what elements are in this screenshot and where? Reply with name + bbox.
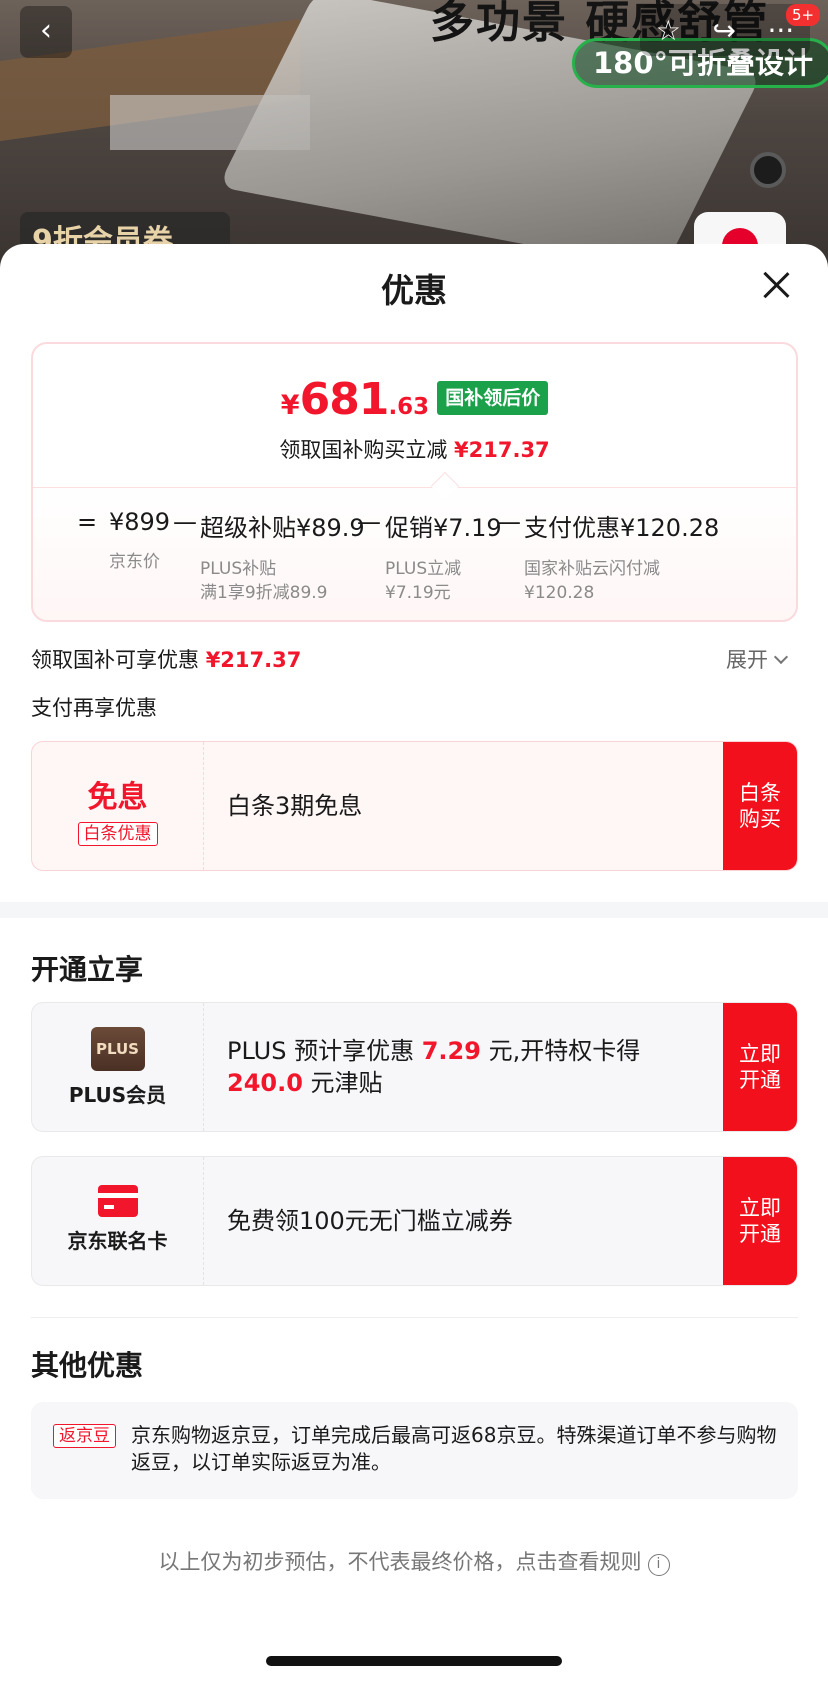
- super-subsidy-sub1: PLUS补贴: [200, 559, 277, 579]
- jd-price-value: ¥899: [109, 508, 171, 536]
- star-icon[interactable]: ☆: [656, 14, 681, 47]
- pay-discount-sub: 国家补贴云闪付减 ¥120.28: [524, 557, 719, 605]
- price-currency: ¥: [280, 390, 300, 421]
- chevron-left-icon: ‹: [40, 13, 52, 48]
- disclaimer-text: 以上仅为初步预估，不代表最终价格，点击查看规则: [158, 1550, 642, 1574]
- open-section-title: 开通立享: [31, 953, 144, 986]
- subsidy-amount: ¥217.37: [454, 438, 550, 462]
- clock-illustration: [750, 152, 786, 188]
- jd-bean-offer: 返京豆 京东购物返京豆，订单完成后最高可返68京豆。特殊渠道订单不参与购物返豆，…: [31, 1402, 798, 1499]
- other-section-title: 其他优惠: [31, 1349, 144, 1382]
- cobrand-card-text: 免费领100元无门槛立减券: [227, 1207, 513, 1235]
- super-subsidy-sub: PLUS补贴满1享9折减89.9: [200, 557, 365, 605]
- baitiao-offer-badge: 免息 白条优惠: [32, 742, 204, 870]
- subsidy-summary: 领取国补可享优惠 ¥217.37: [31, 644, 301, 674]
- pay-discount-value: 支付优惠¥120.28: [524, 514, 720, 542]
- share-icon[interactable]: ↪: [712, 14, 735, 47]
- plus-text-2: 元,开特权卡得: [480, 1037, 641, 1065]
- promo-value: 促销¥7.19: [385, 514, 502, 542]
- other-divider: [31, 1317, 798, 1318]
- sheet-title: 优惠: [381, 271, 447, 310]
- baitiao-offer-card: 免息 白条优惠 白条3期免息 白条购买: [31, 741, 798, 871]
- section-divider: [0, 902, 828, 918]
- plus-text-3: 元津贴: [302, 1069, 383, 1097]
- back-button[interactable]: ‹: [20, 6, 72, 58]
- cobrand-card-badge: 京东联名卡: [32, 1157, 204, 1285]
- price-integer: 681: [299, 374, 390, 425]
- jd-price-label: 京东价: [109, 552, 160, 572]
- subsidy-summary-text: 领取国补可享优惠: [31, 648, 206, 672]
- subsidy-text: 领取国补购买立减: [279, 438, 455, 462]
- plus-amount-1: 7.29: [421, 1037, 481, 1065]
- pay-discount-sub1: 国家补贴云闪付减: [524, 559, 660, 579]
- minus-sign: —: [357, 508, 381, 536]
- minus-sign: —: [497, 508, 521, 536]
- home-indicator: [266, 1656, 562, 1666]
- breakdown-promo: 促销¥7.19 PLUS立减 ¥7.19元: [385, 508, 502, 605]
- price-divider: [33, 487, 796, 488]
- price-divider-notch: [430, 471, 460, 501]
- chevron-down-icon: [773, 649, 789, 665]
- expand-button[interactable]: 展开: [726, 644, 789, 674]
- baitiao-buy-button[interactable]: 白条购买: [723, 742, 797, 870]
- breakdown-pay-discount: 支付优惠¥120.28 国家补贴云闪付减 ¥120.28: [524, 508, 719, 605]
- message-count-badge: 5+: [786, 4, 821, 26]
- info-icon: i: [647, 1554, 670, 1576]
- cobrand-card-offer: 京东联名卡 免费领100元无门槛立减券 立即开通: [31, 1156, 798, 1286]
- top-action-bar: ☆ ↪ ···: [640, 4, 810, 56]
- close-icon[interactable]: [756, 266, 796, 306]
- pay-discount-sub2: ¥120.28: [524, 583, 595, 603]
- super-subsidy-value: 超级补贴¥89.9: [200, 514, 365, 542]
- expand-label: 展开: [726, 648, 768, 672]
- cobrand-card-label: 京东联名卡: [67, 1229, 168, 1253]
- plus-member-badge: PLUS PLUS会员: [32, 1003, 204, 1131]
- plus-offer-card: PLUS PLUS会员 PLUS 预计享优惠 7.29 元,开特权卡得 240.0…: [31, 1002, 798, 1132]
- subsidy-line: 领取国补购买立减 ¥217.37: [33, 434, 796, 464]
- plus-open-button[interactable]: 立即开通: [723, 1003, 797, 1131]
- baitiao-tag: 白条优惠: [77, 822, 158, 846]
- discount-sheet: 优惠 ¥681.63 国补领后价 领取国补购买立减 ¥217.37 = ¥899 …: [0, 244, 828, 1683]
- interest-free-label: 免息: [87, 780, 148, 815]
- price-tag: 国补领后价: [437, 381, 549, 415]
- final-price: ¥681.63 国补领后价: [33, 374, 796, 425]
- jd-bean-text: 京东购物返京豆，订单完成后最高可返68京豆。特殊渠道订单不参与购物返豆，以订单实…: [131, 1423, 777, 1474]
- plus-text-1: PLUS 预计享优惠: [227, 1037, 422, 1065]
- pay-offers-title: 支付再享优惠: [31, 696, 157, 720]
- price-card: ¥681.63 国补领后价 领取国补购买立减 ¥217.37 = ¥899 京东价…: [31, 342, 798, 622]
- promo-sub2: ¥7.19元: [385, 583, 451, 603]
- breakdown-jd-price: ¥899 京东价: [109, 508, 170, 574]
- super-subsidy-sub2: 满1享9折减89.9: [200, 583, 328, 603]
- breakdown-super-subsidy: 超级补贴¥89.9 PLUS补贴满1享9折减89.9: [200, 508, 365, 605]
- baitiao-offer-text: 白条3期免息: [227, 792, 363, 820]
- plus-offer-text: PLUS 预计享优惠 7.29 元,开特权卡得 240.0 元津贴: [227, 1003, 707, 1131]
- plus-member-label: PLUS会员: [68, 1083, 167, 1107]
- subsidy-summary-amount: ¥217.37: [205, 648, 302, 672]
- equals-sign: =: [77, 508, 98, 536]
- jd-bean-tag: 返京豆: [53, 1424, 116, 1448]
- cobrand-open-button[interactable]: 立即开通: [723, 1157, 797, 1285]
- disclaimer-link[interactable]: 以上仅为初步预估，不代表最终价格，点击查看规则 i: [0, 1546, 828, 1576]
- minus-sign: —: [173, 508, 197, 536]
- price-decimal: .63: [388, 394, 430, 420]
- plus-amount-2: 240.0: [227, 1069, 303, 1097]
- promo-sub1: PLUS立减: [385, 559, 462, 579]
- product-image-backdrop: 多功景 硬感舒管 180°可折叠设计 9折会员券 ‹ ☆ ↪ ··· 5+: [0, 0, 828, 260]
- plus-logo-icon: PLUS: [90, 1027, 145, 1071]
- credit-card-icon: [97, 1185, 138, 1217]
- promo-sub: PLUS立减 ¥7.19元: [385, 557, 502, 605]
